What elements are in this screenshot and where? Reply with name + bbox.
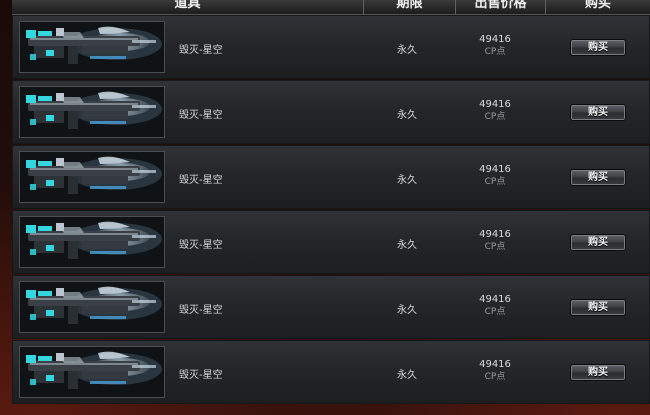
item-limit: 永久 bbox=[397, 110, 417, 121]
buy-button[interactable]: 购买 bbox=[570, 299, 626, 316]
weapon-thumbnail-icon bbox=[19, 346, 165, 398]
weapon-thumbnail-icon bbox=[19, 151, 165, 203]
item-row: 毁灭-星空 永久 49416 CP点 购买 bbox=[12, 15, 650, 79]
weapon-art-icon bbox=[20, 152, 164, 202]
buy-button[interactable]: 购买 bbox=[570, 39, 626, 56]
item-name: 毁灭-星空 bbox=[179, 305, 223, 316]
price-value: 49416 bbox=[479, 294, 511, 305]
item-price: 49416 CP点 bbox=[465, 98, 525, 124]
item-limit: 永久 bbox=[397, 175, 417, 186]
item-limit: 永久 bbox=[397, 240, 417, 251]
item-name: 毁灭-星空 bbox=[179, 370, 223, 381]
price-value: 49416 bbox=[479, 359, 511, 370]
buy-button[interactable]: 购买 bbox=[570, 364, 626, 381]
price-value: 49416 bbox=[479, 34, 511, 45]
item-row: 毁灭-星空 永久 49416 CP点 购买 bbox=[12, 210, 650, 274]
price-unit: CP点 bbox=[484, 372, 506, 382]
price-unit: CP点 bbox=[484, 112, 506, 122]
weapon-thumbnail-icon bbox=[19, 281, 165, 333]
buy-button[interactable]: 购买 bbox=[570, 104, 626, 121]
table-header: 道具 期限 出售价格 购买 bbox=[12, 0, 650, 15]
header-limit: 期限 bbox=[364, 0, 456, 14]
weapon-art-icon bbox=[20, 282, 164, 332]
price-unit: CP点 bbox=[484, 307, 506, 317]
header-buy: 购买 bbox=[584, 0, 611, 11]
item-name: 毁灭-星空 bbox=[179, 175, 223, 186]
price-unit: CP点 bbox=[484, 177, 506, 187]
price-unit: CP点 bbox=[484, 47, 506, 57]
weapon-thumbnail-icon bbox=[19, 216, 165, 268]
item-name: 毁灭-星空 bbox=[179, 45, 223, 56]
item-price: 49416 CP点 bbox=[465, 358, 525, 384]
header-price: 出售价格 bbox=[456, 0, 546, 14]
weapon-art-icon bbox=[20, 87, 164, 137]
weapon-thumbnail-icon bbox=[19, 86, 165, 138]
price-unit: CP点 bbox=[484, 242, 506, 252]
item-row: 毁灭-星空 永久 49416 CP点 购买 bbox=[12, 275, 650, 339]
item-name: 毁灭-星空 bbox=[179, 240, 223, 251]
item-row: 毁灭-星空 永久 49416 CP点 购买 bbox=[12, 340, 650, 404]
weapon-art-icon bbox=[20, 347, 164, 397]
weapon-thumbnail-icon bbox=[19, 21, 165, 73]
buy-button[interactable]: 购买 bbox=[570, 169, 626, 186]
item-row: 毁灭-星空 永久 49416 CP点 购买 bbox=[12, 80, 650, 144]
header-item: 道具 bbox=[12, 0, 364, 14]
shop-panel: 道具 期限 出售价格 购买 毁灭-星空 永久 49416 CP点 购买 毁灭-星… bbox=[0, 0, 650, 415]
item-limit: 永久 bbox=[397, 370, 417, 381]
item-name: 毁灭-星空 bbox=[179, 110, 223, 121]
price-value: 49416 bbox=[479, 229, 511, 240]
buy-button[interactable]: 购买 bbox=[570, 234, 626, 251]
weapon-art-icon bbox=[20, 22, 164, 72]
item-price: 49416 CP点 bbox=[465, 293, 525, 319]
item-row: 毁灭-星空 永久 49416 CP点 购买 bbox=[12, 145, 650, 209]
item-price: 49416 CP点 bbox=[465, 33, 525, 59]
item-list: 毁灭-星空 永久 49416 CP点 购买 毁灭-星空 永久 49416 CP点… bbox=[12, 15, 650, 405]
weapon-art-icon bbox=[20, 217, 164, 267]
price-value: 49416 bbox=[479, 164, 511, 175]
item-limit: 永久 bbox=[397, 305, 417, 316]
item-limit: 永久 bbox=[397, 45, 417, 56]
price-value: 49416 bbox=[479, 99, 511, 110]
item-price: 49416 CP点 bbox=[465, 163, 525, 189]
item-price: 49416 CP点 bbox=[465, 228, 525, 254]
